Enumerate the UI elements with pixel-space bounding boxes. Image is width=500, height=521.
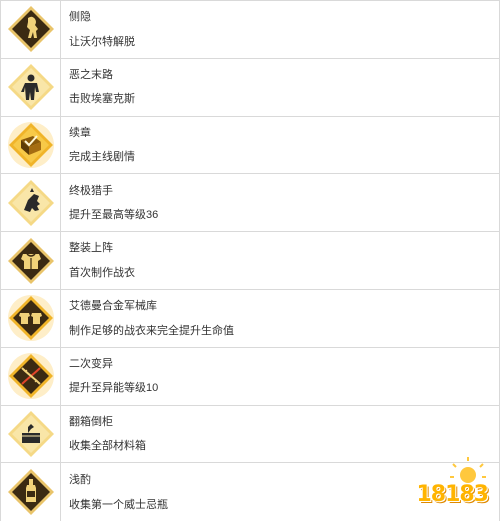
badge-cell	[0, 58, 61, 116]
achievement-title: 艾德曼合金军械库	[69, 300, 157, 313]
achievement-desc: 完成主线剧情	[69, 151, 135, 164]
silhouette-icon	[7, 64, 54, 111]
achievement-row: 整装上阵 首次制作战衣	[0, 232, 500, 290]
achievement-text: 艾德曼合金军械库 制作足够的战衣来完全提升生命值	[61, 289, 500, 347]
achievement-title: 恶之末路	[69, 68, 113, 81]
badge-cell	[0, 289, 61, 347]
achievement-text: 恶之末路 击败埃塞克斯	[61, 58, 500, 116]
achievement-text: 侧隐 让沃尔特解脱	[61, 1, 500, 58]
whiskey-bottle-icon	[7, 469, 54, 516]
watermark: 18183	[396, 457, 496, 517]
badge-cell	[0, 116, 61, 174]
achievement-desc: 提升至异能等级10	[69, 382, 159, 395]
achievement-title: 续章	[69, 126, 91, 139]
hunter-skull-icon	[7, 179, 54, 226]
book-check-icon	[7, 121, 54, 168]
achievement-row: 续章 完成主线剧情	[0, 116, 500, 175]
achievement-title: 侧隐	[69, 11, 91, 24]
achievement-desc: 制作足够的战衣来完全提升生命值	[69, 324, 234, 337]
achievement-desc: 击败埃塞克斯	[69, 93, 135, 106]
watermark-text: 18183	[416, 482, 489, 507]
achievement-title: 终极猎手	[69, 184, 113, 197]
achievement-row: 终极猎手 提升至最高等级36	[0, 174, 500, 233]
achievement-row: 翻箱倒柜 收集全部材料箱	[0, 405, 500, 464]
achievement-table: 侧隐 让沃尔特解脱 恶之末路 击败埃塞克斯 续章 完成主线剧情 终极猎手 提升至…	[0, 0, 500, 521]
achievement-title: 二次变异	[69, 357, 113, 370]
achievement-text: 整装上阵 首次制作战衣	[61, 232, 500, 289]
badge-cell	[0, 1, 61, 58]
achievement-text: 终极猎手 提升至最高等级36	[61, 174, 500, 232]
badge-cell	[0, 405, 61, 463]
achievement-desc: 收集全部材料箱	[69, 440, 146, 453]
achievement-row: 二次变异 提升至异能等级10	[0, 347, 500, 406]
achievement-text: 翻箱倒柜 收集全部材料箱	[61, 405, 500, 463]
bigfoot-icon	[7, 6, 54, 53]
achievement-desc: 让沃尔特解脱	[69, 35, 135, 48]
achievement-title: 整装上阵	[69, 242, 113, 255]
achievement-text: 二次变异 提升至异能等级10	[61, 347, 500, 405]
achievement-title: 翻箱倒柜	[69, 415, 113, 428]
badge-cell	[0, 347, 61, 405]
armor-icon	[7, 237, 54, 284]
crate-icon	[7, 410, 54, 457]
armory-icon	[7, 295, 54, 342]
achievement-desc: 提升至最高等级36	[69, 208, 159, 221]
badge-cell	[0, 232, 61, 289]
achievement-desc: 首次制作战衣	[69, 266, 135, 279]
achievement-row: 恶之末路 击败埃塞克斯	[0, 58, 500, 117]
achievement-row: 侧隐 让沃尔特解脱	[0, 1, 500, 59]
dna-icon	[7, 353, 54, 400]
badge-cell	[0, 463, 61, 521]
achievement-text: 续章 完成主线剧情	[61, 116, 500, 174]
achievement-row: 艾德曼合金军械库 制作足够的战衣来完全提升生命值	[0, 289, 500, 348]
badge-cell	[0, 174, 61, 232]
